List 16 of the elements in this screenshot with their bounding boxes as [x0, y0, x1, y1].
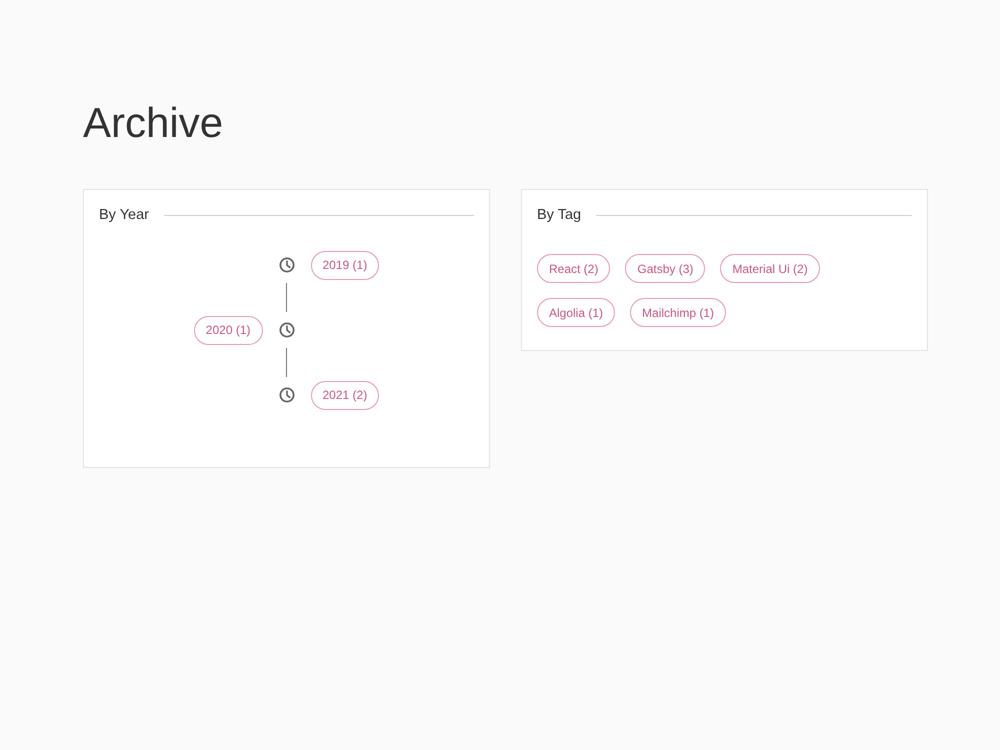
clock-icon — [278, 322, 294, 338]
tag-link[interactable]: Gatsby (3) — [625, 254, 706, 283]
page-title: Archive — [83, 98, 224, 148]
tag-link[interactable]: React (2) — [537, 254, 610, 283]
section-title: By Tag — [537, 206, 582, 225]
clock-icon — [278, 257, 294, 273]
timeline-line — [286, 283, 287, 312]
year-link[interactable]: 2019 (1) — [310, 250, 380, 280]
tag-link[interactable]: Algolia (1) — [537, 298, 616, 327]
clock-icon — [278, 387, 294, 403]
year-link[interactable]: 2021 (2) — [310, 380, 380, 410]
section-title: By Year — [99, 206, 149, 225]
year-link[interactable]: 2020 (1) — [194, 316, 262, 344]
tag-link[interactable]: Material Ui (2) — [720, 254, 820, 283]
timeline-line — [286, 348, 287, 377]
tag-link[interactable]: Mailchimp (1) — [630, 298, 726, 327]
